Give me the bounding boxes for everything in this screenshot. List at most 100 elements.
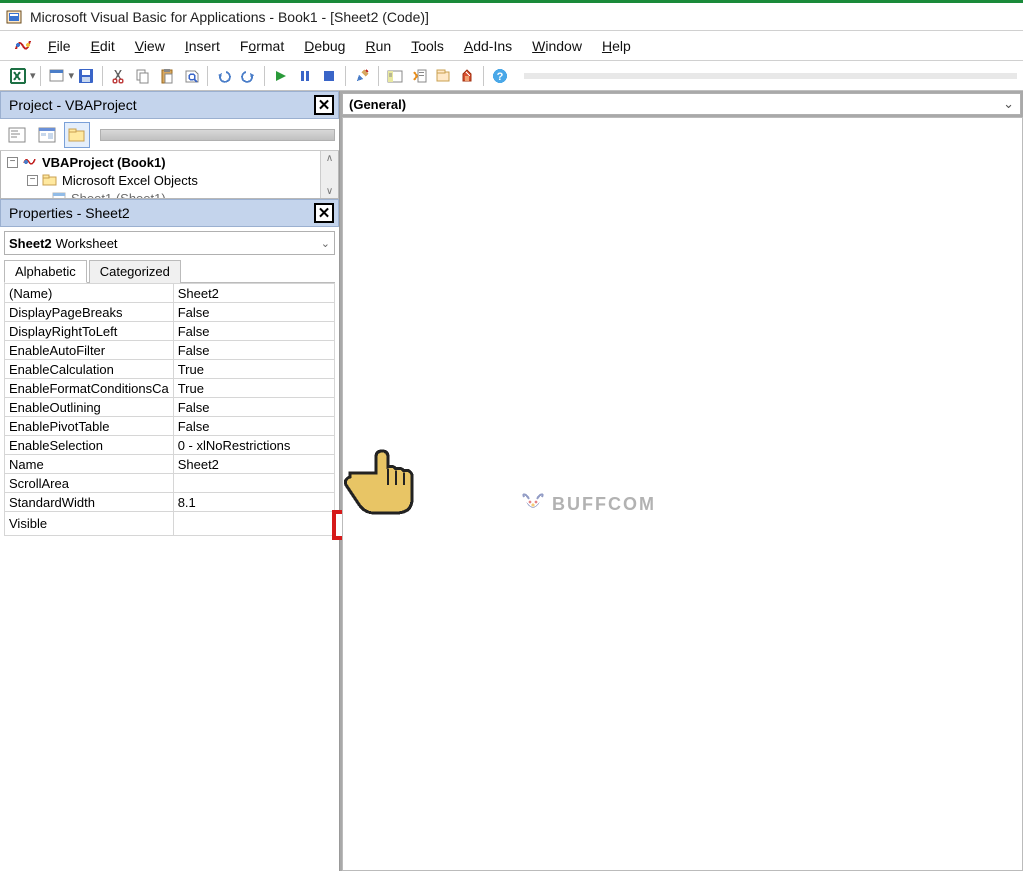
- menu-file[interactable]: File: [38, 34, 81, 58]
- property-row[interactable]: EnableFormatConditionsCaTrue: [5, 379, 335, 398]
- toggle-folders-icon[interactable]: [64, 122, 90, 148]
- property-row[interactable]: EnableAutoFilterFalse: [5, 341, 335, 360]
- project-panel-header: Project - VBAProject ✕: [0, 91, 339, 119]
- object-selector-name: Sheet2: [9, 236, 52, 251]
- tree-scrollbar[interactable]: ∧∨: [320, 151, 338, 198]
- property-row[interactable]: DisplayPageBreaksFalse: [5, 303, 335, 322]
- properties-panel-title: Properties - Sheet2: [9, 205, 130, 221]
- window-title: Microsoft Visual Basic for Applications …: [30, 9, 429, 25]
- property-value[interactable]: False: [173, 398, 334, 417]
- property-name: EnableAutoFilter: [5, 341, 174, 360]
- object-selector[interactable]: Sheet2 Worksheet ⌄: [4, 231, 335, 255]
- code-editor[interactable]: [342, 117, 1023, 871]
- menu-debug[interactable]: Debug: [294, 34, 355, 58]
- property-row[interactable]: (Name)Sheet2: [5, 284, 335, 303]
- property-value[interactable]: False: [173, 303, 334, 322]
- property-row[interactable]: DisplayRightToLeftFalse: [5, 322, 335, 341]
- property-value[interactable]: True: [173, 379, 334, 398]
- svg-text:?: ?: [497, 71, 504, 83]
- property-value[interactable]: False: [173, 322, 334, 341]
- menu-view[interactable]: View: [125, 34, 175, 58]
- project-tree[interactable]: −VBAProject (Book1) −Microsoft Excel Obj…: [0, 151, 339, 199]
- buffcom-watermark: BUFFCOM: [520, 491, 656, 517]
- chevron-down-icon: ⌄: [321, 237, 330, 250]
- tree-folder[interactable]: Microsoft Excel Objects: [62, 173, 198, 188]
- properties-window-icon[interactable]: [408, 65, 430, 87]
- save-icon[interactable]: [75, 65, 97, 87]
- property-row[interactable]: StandardWidth8.1: [5, 493, 335, 512]
- property-name: ScrollArea: [5, 474, 174, 493]
- help-icon[interactable]: ?: [489, 65, 511, 87]
- code-scope-label: (General): [349, 97, 406, 112]
- main-toolbar: ▾ ▾ ?: [0, 61, 1023, 91]
- property-value[interactable]: True: [173, 360, 334, 379]
- property-value[interactable]: -1 - xlSheetVisible▼: [173, 512, 334, 536]
- properties-grid[interactable]: (Name)Sheet2DisplayPageBreaksFalseDispla…: [4, 283, 335, 536]
- menu-format[interactable]: Format: [230, 34, 294, 58]
- property-value[interactable]: 8.1: [173, 493, 334, 512]
- property-value[interactable]: [173, 474, 334, 493]
- toolbar-overflow: [524, 73, 1017, 79]
- property-value[interactable]: Sheet2: [173, 284, 334, 303]
- cut-icon[interactable]: [108, 65, 130, 87]
- properties-tabs: Alphabetic Categorized: [4, 259, 335, 283]
- property-name: DisplayPageBreaks: [5, 303, 174, 322]
- object-browser-icon[interactable]: [432, 65, 454, 87]
- tab-alphabetic[interactable]: Alphabetic: [4, 260, 87, 283]
- menu-window[interactable]: Window: [522, 34, 592, 58]
- view-excel-icon[interactable]: [7, 65, 29, 87]
- copy-icon[interactable]: [132, 65, 154, 87]
- run-icon[interactable]: [270, 65, 292, 87]
- property-row[interactable]: EnableOutliningFalse: [5, 398, 335, 417]
- menu-bar: File Edit View Insert Format Debug Run T…: [0, 31, 1023, 61]
- pointing-hand-annotation: [338, 433, 428, 523]
- menu-tools[interactable]: Tools: [401, 34, 454, 58]
- property-row[interactable]: EnableSelection0 - xlNoRestrictions: [5, 436, 335, 455]
- menu-addins[interactable]: Add-Ins: [454, 34, 522, 58]
- project-panel-title: Project - VBAProject: [9, 97, 137, 113]
- insert-userform-icon[interactable]: [46, 65, 68, 87]
- property-value[interactable]: Sheet2: [173, 455, 334, 474]
- properties-panel-header: Properties - Sheet2 ✕: [0, 199, 339, 227]
- property-value[interactable]: False: [173, 417, 334, 436]
- code-scope-dropdown[interactable]: (General) ⌄: [342, 93, 1021, 115]
- undo-icon[interactable]: [213, 65, 235, 87]
- find-icon[interactable]: [180, 65, 202, 87]
- property-row[interactable]: EnablePivotTableFalse: [5, 417, 335, 436]
- menu-insert[interactable]: Insert: [175, 34, 230, 58]
- property-name: EnableCalculation: [5, 360, 174, 379]
- properties-panel-close-button[interactable]: ✕: [314, 203, 334, 223]
- property-value[interactable]: 0 - xlNoRestrictions: [173, 436, 334, 455]
- project-explorer-icon[interactable]: [384, 65, 406, 87]
- tree-root[interactable]: VBAProject (Book1): [42, 155, 166, 170]
- property-name: Visible: [5, 512, 174, 536]
- property-name: StandardWidth: [5, 493, 174, 512]
- tree-leaf[interactable]: Sheet1 (Sheet1): [71, 191, 166, 200]
- property-row[interactable]: Visible-1 - xlSheetVisible▼: [5, 512, 335, 536]
- property-row[interactable]: ScrollArea: [5, 474, 335, 493]
- toolbox-icon[interactable]: [456, 65, 478, 87]
- property-name: EnableSelection: [5, 436, 174, 455]
- property-name: EnablePivotTable: [5, 417, 174, 436]
- property-value[interactable]: False: [173, 341, 334, 360]
- menu-run[interactable]: Run: [355, 34, 401, 58]
- vba-app-icon: [6, 8, 24, 26]
- redo-icon[interactable]: [237, 65, 259, 87]
- property-name: EnableOutlining: [5, 398, 174, 417]
- break-icon[interactable]: [294, 65, 316, 87]
- property-row[interactable]: EnableCalculationTrue: [5, 360, 335, 379]
- menu-help[interactable]: Help: [592, 34, 641, 58]
- view-code-icon[interactable]: [4, 122, 30, 148]
- tab-categorized[interactable]: Categorized: [89, 260, 181, 283]
- view-object-icon[interactable]: [34, 122, 60, 148]
- vba-menu-icon: [12, 35, 34, 57]
- menu-edit[interactable]: Edit: [81, 34, 125, 58]
- window-titlebar: Microsoft Visual Basic for Applications …: [0, 3, 1023, 31]
- project-panel-close-button[interactable]: ✕: [314, 95, 334, 115]
- property-row[interactable]: NameSheet2: [5, 455, 335, 474]
- project-toolbar: [0, 119, 339, 151]
- design-mode-icon[interactable]: [351, 65, 373, 87]
- paste-icon[interactable]: [156, 65, 178, 87]
- reset-icon[interactable]: [318, 65, 340, 87]
- property-name: Name: [5, 455, 174, 474]
